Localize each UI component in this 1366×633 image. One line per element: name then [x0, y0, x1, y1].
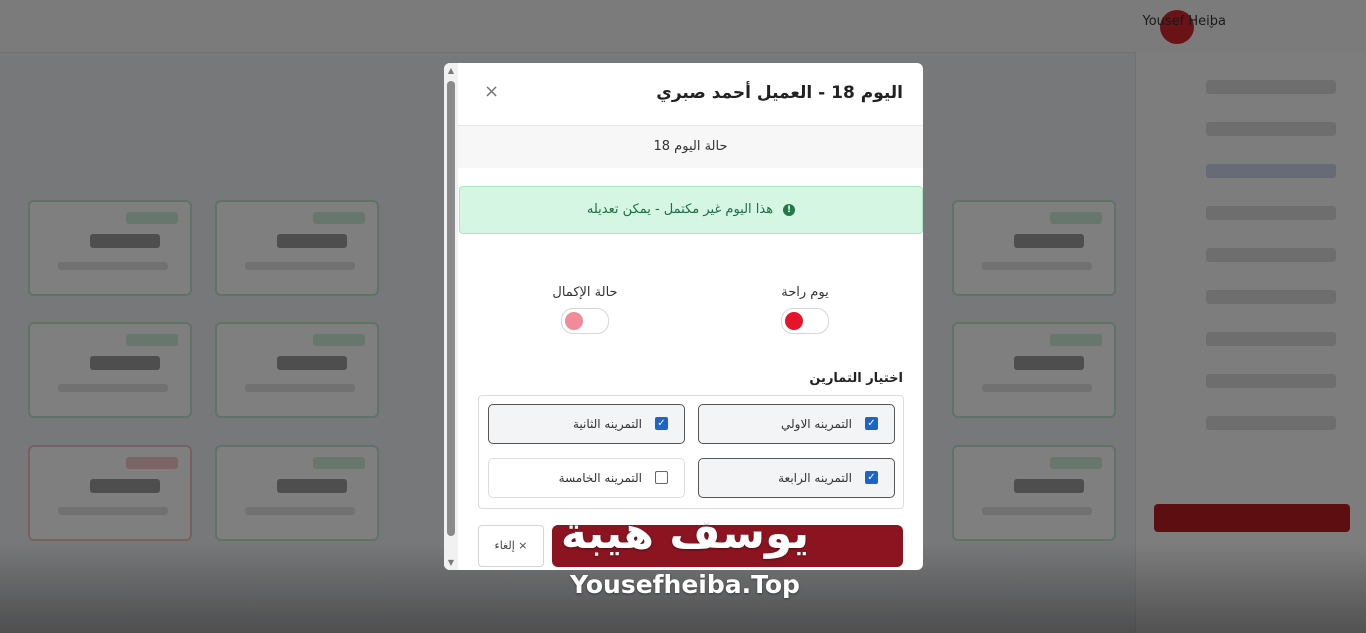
- alert-text: هذا اليوم غير مكتمل - يمكن تعديله: [586, 202, 774, 217]
- exercise-label: التمرينه الرابعة: [778, 471, 852, 485]
- exercises-label: اختيار التمارين: [809, 371, 903, 386]
- switch-knob: [565, 312, 583, 330]
- exercise-option-5[interactable]: التمرينه الخامسة: [488, 458, 685, 498]
- checkbox-unchecked-icon[interactable]: [655, 471, 668, 484]
- exercise-option-4[interactable]: ✓ التمرينه الرابعة: [698, 458, 895, 498]
- exclamation-icon: !: [783, 203, 796, 216]
- exercises-grid: ✓ التمرينه الاولي ✓ التمرينه الثانية ✓ ا…: [478, 395, 904, 509]
- completion-toggle-group: حالة الإكمال: [525, 285, 645, 334]
- checkbox-checked-icon[interactable]: ✓: [655, 417, 668, 430]
- close-icon[interactable]: ×: [484, 81, 499, 102]
- scroll-up-icon[interactable]: ▲: [446, 66, 456, 75]
- watermark-english: Yousefheiba.Top: [570, 570, 800, 599]
- day-status-heading: حالة اليوم 18: [458, 126, 923, 168]
- rest-day-label: يوم راحة: [781, 285, 829, 300]
- watermark-arabic: يوسف هيبة: [560, 508, 810, 559]
- modal-header: اليوم 18 - العميل أحمد صبري ×: [458, 63, 923, 126]
- exercise-label: التمرينه الاولي: [780, 417, 852, 431]
- exercise-label: التمرينه الخامسة: [558, 471, 642, 485]
- completion-switch[interactable]: [561, 308, 609, 334]
- exercise-label: التمرينه الثانية: [572, 417, 642, 431]
- switch-knob: [785, 312, 803, 330]
- rest-day-toggle-group: يوم راحة: [745, 285, 865, 334]
- scroll-down-icon[interactable]: ▼: [446, 558, 456, 567]
- modal-scrollbar[interactable]: ▲ ▼: [444, 63, 458, 570]
- modal-title: اليوم 18 - العميل أحمد صبري: [656, 83, 903, 103]
- exercise-option-2[interactable]: ✓ التمرينه الثانية: [488, 404, 685, 444]
- exercise-option-1[interactable]: ✓ التمرينه الاولي: [698, 404, 895, 444]
- checkbox-checked-icon[interactable]: ✓: [865, 471, 878, 484]
- checkbox-checked-icon[interactable]: ✓: [865, 417, 878, 430]
- day-modal: ▲ ▼ اليوم 18 - العميل أحمد صبري × حالة ا…: [444, 63, 923, 570]
- status-alert: ! هذا اليوم غير مكتمل - يمكن تعديله: [459, 186, 923, 234]
- completion-label: حالة الإكمال: [552, 285, 618, 300]
- rest-day-switch[interactable]: [781, 308, 829, 334]
- scrollbar-thumb[interactable]: [447, 81, 455, 536]
